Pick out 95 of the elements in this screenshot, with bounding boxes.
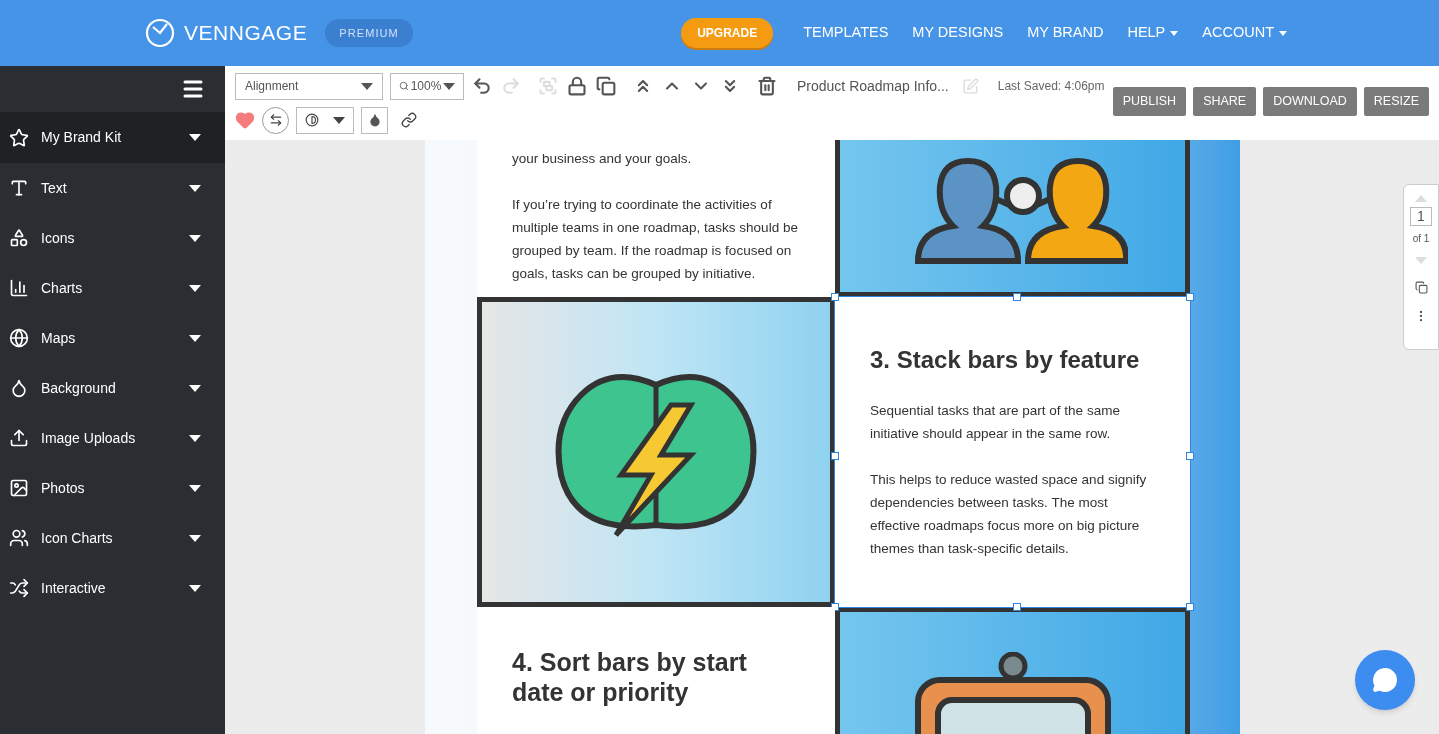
body-paragraph: If you’re trying to coordinate the activities of multiple teams in one roadmap, tasks should be grouped by team. If the roadmap is focused on goals, tasks can be grouped by initiative. xyxy=(512,195,799,283)
caret-icon xyxy=(189,584,201,592)
section-heading: 4. Sort bars by start date or priority xyxy=(512,647,748,707)
illustration-panel[interactable] xyxy=(835,140,1190,297)
drop-icon xyxy=(367,113,382,127)
group-icon xyxy=(538,76,558,96)
delete-icon xyxy=(757,76,777,96)
sidebar-item[interactable]: Background xyxy=(0,363,225,413)
caret-icon xyxy=(333,116,345,124)
redo-icon xyxy=(501,76,521,96)
sidebar-label: Icon Charts xyxy=(41,528,114,548)
caret-icon xyxy=(189,284,201,292)
caret-icon xyxy=(189,534,201,542)
sidebar-item[interactable]: Icons xyxy=(0,213,225,263)
resize-handle[interactable] xyxy=(1012,603,1021,611)
delete-button[interactable] xyxy=(756,74,778,98)
letter-t-icon xyxy=(9,178,29,198)
caret-icon xyxy=(189,334,201,342)
sidebar-label: Background xyxy=(41,378,117,398)
resize-handle[interactable] xyxy=(1186,452,1194,460)
shuffle-icon xyxy=(9,578,29,598)
body-paragraph: Sequential tasks that are part of the same initiative should appear in the same row. xyxy=(870,401,1121,443)
plan-badge: PREMIUM xyxy=(325,18,413,48)
action-button[interactable]: RESIZE xyxy=(1363,87,1429,116)
resize-handle[interactable] xyxy=(1186,293,1194,301)
section-heading: 3. Stack bars by feature xyxy=(870,344,1141,375)
document-title[interactable]: Product Roadmap Info... xyxy=(797,75,949,97)
drop-icon xyxy=(9,378,29,398)
alignment-select[interactable]: Alignment xyxy=(235,72,383,100)
zoom-select[interactable]: 100% xyxy=(390,72,464,100)
image-icon xyxy=(9,478,29,498)
duplicate-page-icon[interactable] xyxy=(1414,281,1428,294)
lock-button[interactable] xyxy=(566,74,588,98)
shapes-icon xyxy=(9,228,29,248)
sidebar-item[interactable]: My Brand Kit xyxy=(0,112,225,163)
duplicate-button[interactable] xyxy=(595,74,617,98)
last-saved-text: Last Saved: 4:06pm xyxy=(997,78,1105,95)
sidebar-item[interactable]: Text xyxy=(0,163,225,213)
contrast-icon xyxy=(305,113,319,127)
sidebar-item[interactable]: Maps xyxy=(0,313,225,363)
action-button[interactable]: DOWNLOAD xyxy=(1263,87,1357,116)
upload-icon xyxy=(9,428,29,448)
people-icon xyxy=(9,528,29,548)
illustration-panel[interactable] xyxy=(835,607,1190,734)
sidebar-item[interactable]: Icon Charts xyxy=(0,513,225,563)
resize-handle[interactable] xyxy=(831,293,839,301)
star-icon xyxy=(9,127,29,148)
caret-icon xyxy=(361,82,373,90)
sidebar-label: Charts xyxy=(41,278,84,298)
sidebar-label: My Brand Kit xyxy=(41,128,123,147)
chat-bubble-icon xyxy=(1372,667,1398,693)
swap-arrows-icon xyxy=(268,113,283,127)
duplicate-icon xyxy=(596,76,616,96)
sidebar-item[interactable]: Charts xyxy=(0,263,225,313)
lock-icon xyxy=(567,76,587,96)
color-button[interactable] xyxy=(361,106,388,134)
page-number-field[interactable]: 1 xyxy=(1410,207,1432,226)
undo-icon xyxy=(472,76,492,96)
sidebar-label: Interactive xyxy=(41,578,107,598)
caret-icon xyxy=(189,434,201,442)
search-icon xyxy=(399,81,409,91)
sidebar-label: Maps xyxy=(41,328,77,348)
contrast-select[interactable] xyxy=(296,106,354,134)
caret-icon xyxy=(189,234,201,242)
caret-icon xyxy=(189,184,201,192)
link-icon[interactable] xyxy=(401,112,417,128)
caret-icon xyxy=(189,484,201,492)
chat-button[interactable] xyxy=(1355,650,1415,710)
sidebar-label: Photos xyxy=(41,478,86,498)
resize-handle[interactable] xyxy=(831,452,839,460)
sidebar-item[interactable]: Image Uploads xyxy=(0,413,225,463)
sidebar-label: Text xyxy=(41,178,68,198)
logo-icon xyxy=(145,18,175,48)
caret-icon xyxy=(189,384,201,392)
sidebar-item[interactable]: Interactive xyxy=(0,563,225,613)
resize-handle[interactable] xyxy=(1186,603,1194,611)
body-paragraph: This helps to reduce wasted space and signify dependencies between tasks. The most effective roadmaps focus more on big picture themes than task-specific details. xyxy=(870,470,1148,558)
action-button[interactable]: SHARE xyxy=(1193,87,1257,116)
caret-icon xyxy=(1170,30,1179,36)
caret-icon xyxy=(443,82,455,90)
bar-chart-icon xyxy=(9,278,29,298)
caret-icon xyxy=(1279,30,1287,36)
caret-icon xyxy=(189,134,201,141)
sidebar-label: Image Uploads xyxy=(41,428,137,448)
globe-icon xyxy=(9,328,29,348)
sidebar-label: Icons xyxy=(41,228,76,248)
page-count: of 1 xyxy=(1412,232,1430,246)
action-button[interactable]: PUBLISH xyxy=(1112,87,1187,116)
sidebar-item[interactable]: Photos xyxy=(0,463,225,513)
illustration-panel[interactable] xyxy=(477,297,835,607)
body-paragraph: your business and your goals. xyxy=(512,149,693,168)
text-box[interactable]: 4. Sort bars by start date or priority xyxy=(477,607,835,734)
resize-handle[interactable] xyxy=(1012,293,1021,301)
text-box[interactable] xyxy=(477,140,835,297)
heart-icon[interactable] xyxy=(235,110,255,130)
